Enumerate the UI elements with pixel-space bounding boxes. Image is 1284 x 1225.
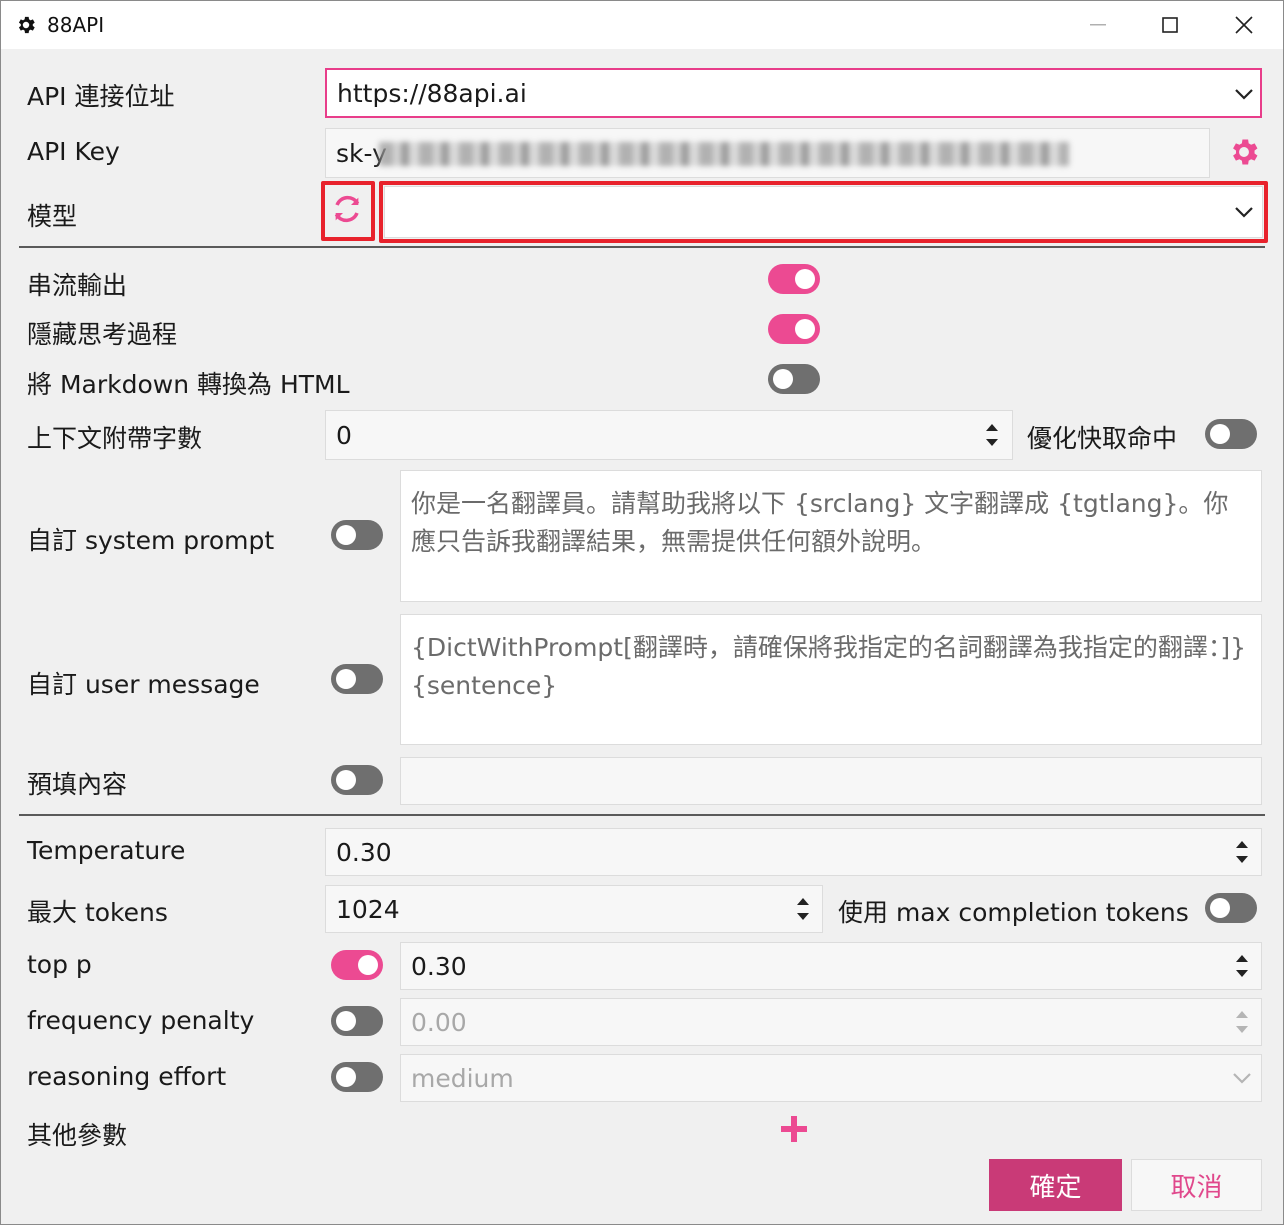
other-params-label: 其他參數 xyxy=(27,1121,128,1150)
confirm-button[interactable]: 確定 xyxy=(989,1159,1122,1211)
window-title: 88API xyxy=(47,13,105,37)
system-prompt-toggle[interactable] xyxy=(331,520,383,550)
max-tokens-label: 最大 tokens xyxy=(27,898,168,927)
minimize-icon xyxy=(1090,24,1106,26)
api-key-redacted xyxy=(379,142,1069,166)
model-select[interactable] xyxy=(384,186,1263,238)
frequency-penalty-label: frequency penalty xyxy=(27,1006,255,1035)
title-bar[interactable]: 88API xyxy=(1,1,1283,49)
max-completion-toggle[interactable] xyxy=(1205,893,1257,923)
section-divider xyxy=(19,814,1265,816)
top-p-toggle[interactable] xyxy=(331,950,383,980)
cancel-button[interactable]: 取消 xyxy=(1131,1159,1262,1211)
chevron-down-icon xyxy=(1235,89,1253,100)
system-prompt-textarea[interactable]: 你是一名翻譯員。請幫助我將以下 {srclang} 文字翻譯成 {tgtlang… xyxy=(400,470,1262,602)
system-prompt-label: 自訂 system prompt xyxy=(27,526,275,555)
chevron-down-icon xyxy=(1235,207,1253,218)
spinner-arrows-icon[interactable] xyxy=(984,420,1000,450)
max-completion-label: 使用 max completion tokens xyxy=(838,898,1189,927)
frequency-penalty-input[interactable]: 0.00 xyxy=(400,998,1262,1046)
gear-icon xyxy=(18,16,35,34)
hide-thinking-toggle[interactable] xyxy=(768,314,820,344)
temperature-input[interactable]: 0.30 xyxy=(325,828,1262,876)
reasoning-effort-value: medium xyxy=(411,1063,514,1093)
prefill-toggle[interactable] xyxy=(331,765,383,795)
frequency-penalty-toggle[interactable] xyxy=(331,1006,383,1036)
streaming-toggle[interactable] xyxy=(768,264,820,294)
streaming-label: 串流輸出 xyxy=(27,271,128,300)
context-chars-value: 0 xyxy=(336,420,352,450)
max-tokens-value: 1024 xyxy=(336,894,400,924)
spinner-arrows-icon[interactable] xyxy=(1234,1007,1250,1037)
context-chars-label: 上下文附帶字數 xyxy=(27,424,203,453)
top-p-input[interactable]: 0.30 xyxy=(400,942,1262,990)
user-message-label: 自訂 user message xyxy=(27,670,260,699)
reasoning-effort-select[interactable]: medium xyxy=(400,1054,1262,1102)
markdown-html-label: 將 Markdown 轉換為 HTML xyxy=(27,370,350,399)
temperature-label: Temperature xyxy=(27,836,186,865)
top-p-label: top p xyxy=(27,950,92,979)
refresh-icon[interactable] xyxy=(331,193,363,225)
spinner-arrows-icon[interactable] xyxy=(1234,951,1250,981)
api-url-value: https://88api.ai xyxy=(337,78,527,108)
user-message-textarea[interactable]: {DictWithPrompt[翻譯時，請確保將我指定的名詞翻譯為我指定的翻譯：… xyxy=(400,614,1262,745)
reasoning-effort-toggle[interactable] xyxy=(331,1062,383,1092)
markdown-html-toggle[interactable] xyxy=(768,364,820,394)
reasoning-effort-label: reasoning effort xyxy=(27,1062,227,1091)
maximize-button[interactable] xyxy=(1133,1,1207,49)
close-icon xyxy=(1235,16,1253,34)
spinner-arrows-icon[interactable] xyxy=(1234,837,1250,867)
maximize-icon xyxy=(1162,17,1178,33)
chevron-down-icon xyxy=(1233,1073,1251,1084)
top-p-value: 0.30 xyxy=(411,951,467,981)
cache-opt-label: 優化快取命中 xyxy=(1027,424,1178,453)
gear-icon[interactable] xyxy=(1227,135,1261,169)
frequency-penalty-value: 0.00 xyxy=(411,1007,467,1037)
context-chars-input[interactable]: 0 xyxy=(325,410,1013,460)
spinner-arrows-icon[interactable] xyxy=(795,894,811,924)
plus-icon[interactable] xyxy=(780,1115,808,1143)
prefill-label: 預填內容 xyxy=(27,770,128,799)
api-key-label: API Key xyxy=(27,137,120,166)
temperature-value: 0.30 xyxy=(336,837,392,867)
user-message-toggle[interactable] xyxy=(331,664,383,694)
minimize-button[interactable] xyxy=(1061,1,1135,49)
dialog-window: 88API API 連接位址 https://88api.ai API Key … xyxy=(0,0,1284,1225)
model-label: 模型 xyxy=(27,202,78,231)
max-tokens-input[interactable]: 1024 xyxy=(325,885,823,933)
cache-opt-toggle[interactable] xyxy=(1205,419,1257,449)
section-divider xyxy=(19,246,1265,248)
hide-thinking-label: 隱藏思考過程 xyxy=(27,320,178,349)
prefill-input[interactable] xyxy=(400,757,1262,805)
api-url-select[interactable]: https://88api.ai xyxy=(325,68,1262,118)
api-url-label: API 連接位址 xyxy=(27,82,175,111)
close-button[interactable] xyxy=(1207,1,1281,49)
